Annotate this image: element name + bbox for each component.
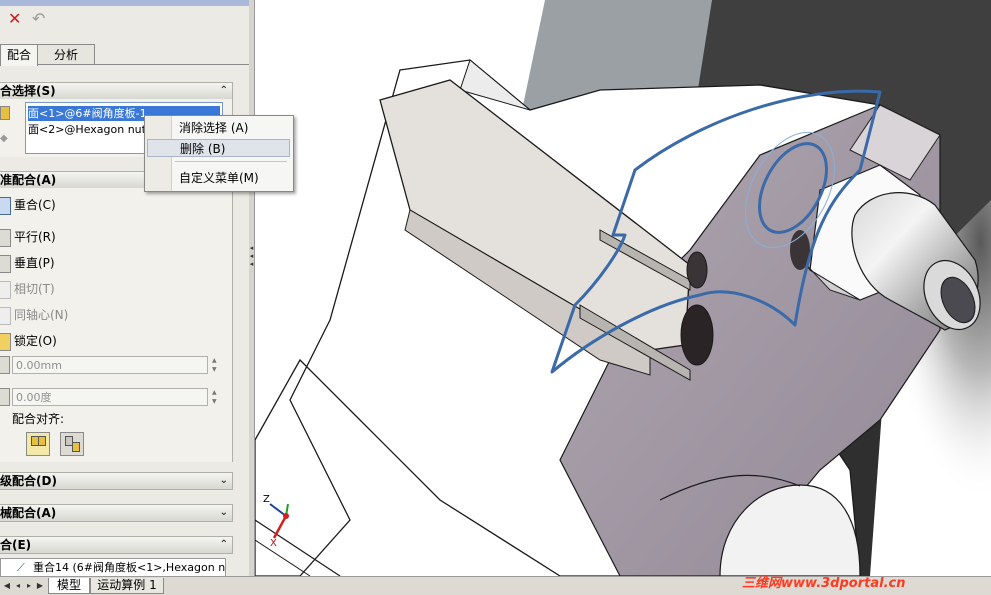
- tangent-icon: [0, 281, 11, 299]
- mates-list[interactable]: ⟋ 重合14 (6#阀角度板<1>,Hexagon nu: [0, 558, 226, 576]
- option-label: 相切(T): [14, 282, 55, 296]
- triad-x-label: X: [270, 538, 277, 549]
- menu-item-delete[interactable]: 删除 (B): [147, 139, 290, 157]
- menu-item-label: 消除选择 (A): [179, 121, 249, 135]
- tab-model[interactable]: 模型: [48, 578, 90, 594]
- tab-mates[interactable]: 配合: [0, 44, 38, 66]
- list-item[interactable]: 重合14 (6#阀角度板<1>,Hexagon nu: [33, 559, 225, 576]
- section-mates-header[interactable]: 合(E) ⌃: [0, 536, 233, 554]
- panel-title-bar: [0, 0, 249, 6]
- tab-analysis[interactable]: 分析: [37, 44, 95, 65]
- undo-icon[interactable]: ↶: [32, 10, 45, 28]
- coincident-mate-icon: ⟋: [17, 561, 25, 574]
- distance-input[interactable]: 0.00mm: [12, 356, 208, 374]
- first-tab-icon[interactable]: ◀: [2, 579, 12, 592]
- section-mate-selection-header[interactable]: 合选择(S) ⌃: [0, 82, 233, 100]
- section-title: 级配合(D): [0, 474, 57, 488]
- option-label: 同轴心(N): [14, 308, 69, 322]
- alignment-label: 配合对齐:: [12, 412, 65, 426]
- section-title: 准配合(A): [0, 173, 57, 187]
- selection-arrow-icon: ◆: [0, 133, 8, 144]
- prev-tab-icon[interactable]: ◂: [13, 579, 23, 592]
- option-label: 垂直(P): [14, 256, 55, 270]
- parallel-icon: [0, 229, 11, 247]
- option-label: 重合(C): [14, 198, 56, 212]
- next-tab-icon[interactable]: ▸: [24, 579, 34, 592]
- distance-spinner[interactable]: ▲ ▼: [212, 356, 220, 374]
- menu-item-label: 自定义菜单(M): [179, 171, 259, 185]
- watermark: 三维网www.3dportal.cn: [742, 576, 906, 591]
- distance-icon: [0, 356, 10, 374]
- section-title: 合选择(S): [0, 84, 56, 98]
- lock-icon: [0, 333, 11, 351]
- expand-icon[interactable]: ⌄: [220, 505, 228, 521]
- context-menu: 消除选择 (A) 删除 (B) 自定义菜单(M): [144, 115, 294, 192]
- section-title: 械配合(A): [0, 506, 57, 520]
- triad-x-axis: [272, 515, 288, 539]
- close-icon[interactable]: ✕: [8, 10, 21, 28]
- expand-icon[interactable]: ⌄: [220, 473, 228, 489]
- section-mechanical-mates-header[interactable]: 械配合(A) ⌄: [0, 504, 233, 522]
- selection-filter-icon[interactable]: [0, 106, 10, 120]
- angle-input[interactable]: 0.00度: [12, 388, 208, 406]
- graphics-viewport[interactable]: [255, 0, 991, 576]
- angle-spinner[interactable]: ▲ ▼: [212, 388, 220, 406]
- perpendicular-icon: [0, 255, 11, 273]
- collapse-icon[interactable]: ⌃: [220, 537, 228, 553]
- anti-aligned-icon-b: [72, 442, 80, 452]
- menu-item-clear-selection[interactable]: 消除选择 (A): [147, 119, 290, 137]
- option-label: 平行(R): [14, 230, 56, 244]
- concentric-icon: [0, 307, 11, 325]
- model-render[interactable]: [255, 0, 991, 576]
- tab-motion-study[interactable]: 运动算例 1: [90, 578, 164, 594]
- angle-icon: [0, 388, 10, 406]
- hole-upper: [686, 251, 708, 289]
- collapse-icon[interactable]: ⌃: [220, 83, 228, 99]
- anti-aligned-button[interactable]: [60, 432, 84, 456]
- section-advanced-mates-header[interactable]: 级配合(D) ⌄: [0, 472, 233, 490]
- section-title: 合(E): [0, 538, 32, 552]
- menu-separator: [175, 161, 287, 162]
- property-manager-panel: ✕ ↶ 配合 分析 合选择(S) ⌃ ◆ 面<1>@6#阀角度板-1 面<2>@…: [0, 0, 250, 576]
- triad-z-label: Z: [263, 494, 270, 505]
- aligned-icon-b: [38, 436, 46, 446]
- menu-item-label: 删除 (B): [180, 142, 226, 156]
- option-label: 锁定(O): [14, 334, 57, 348]
- collapse-panel-icon[interactable]: ◂ ◂ ◂: [249, 244, 254, 270]
- menu-item-customize-menu[interactable]: 自定义菜单(M): [147, 169, 290, 187]
- aligned-button[interactable]: [26, 432, 50, 456]
- coincident-icon: [0, 197, 11, 215]
- last-tab-icon[interactable]: ▶: [35, 579, 45, 592]
- hole-lower: [680, 304, 714, 366]
- coordinate-triad: Z X: [258, 492, 308, 552]
